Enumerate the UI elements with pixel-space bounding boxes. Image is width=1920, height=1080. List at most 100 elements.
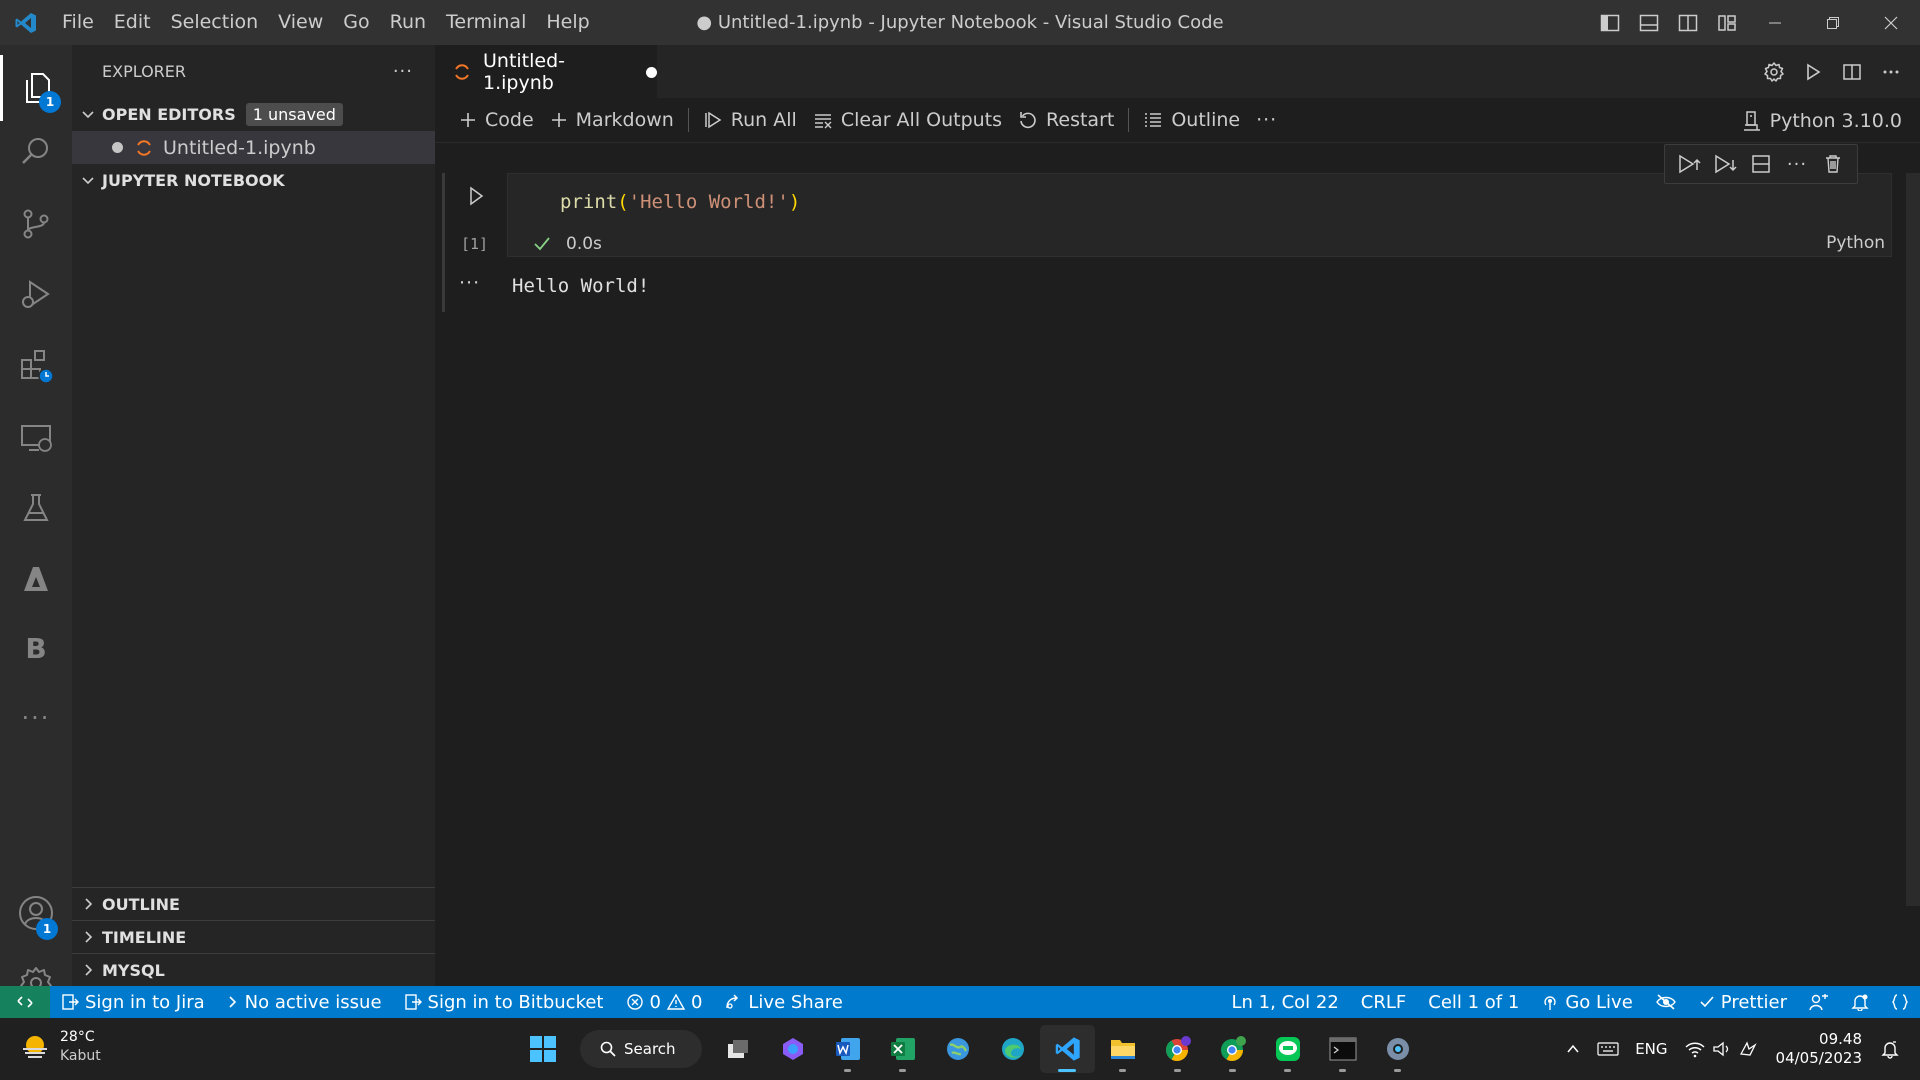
- add-markdown-cell-button[interactable]: Markdown: [542, 98, 682, 143]
- more-views-icon[interactable]: ···: [0, 685, 72, 751]
- menu-help[interactable]: Help: [536, 0, 599, 45]
- close-icon[interactable]: [1862, 0, 1920, 45]
- accounts-icon[interactable]: 1: [0, 880, 72, 946]
- customize-layout-icon[interactable]: [1707, 0, 1746, 45]
- end-of-line[interactable]: CRLF: [1350, 986, 1417, 1018]
- settings-app-gear-icon[interactable]: [1370, 1025, 1425, 1073]
- menu-go[interactable]: Go: [333, 0, 379, 45]
- execute-above-icon[interactable]: [1671, 145, 1707, 183]
- code-cell: [1] print('Hello World!') 0.0s Python ··…: [442, 144, 1892, 349]
- azure-icon[interactable]: [0, 546, 72, 612]
- tab-untitled-1[interactable]: Untitled-1.ipynb: [435, 45, 657, 98]
- menu-terminal[interactable]: Terminal: [436, 0, 536, 45]
- jupyter-notebook-section[interactable]: JUPYTER NOTEBOOK: [72, 164, 435, 197]
- tab-modified-dot-icon[interactable]: [646, 66, 657, 78]
- execute-below-icon[interactable]: [1707, 145, 1743, 183]
- remote-explorer-icon[interactable]: [0, 405, 72, 471]
- live-share[interactable]: Live Share: [713, 986, 853, 1018]
- jira-signin[interactable]: Sign in to Jira: [50, 986, 216, 1018]
- clock[interactable]: 09.48 04/05/2023: [1766, 1030, 1872, 1068]
- restore-icon[interactable]: [1804, 0, 1862, 45]
- cell-indicator[interactable]: Cell 1 of 1: [1417, 986, 1530, 1018]
- word-icon[interactable]: [820, 1025, 875, 1073]
- toggle-secondary-sidebar-icon[interactable]: [1668, 0, 1707, 45]
- split-editor-icon[interactable]: [1832, 45, 1871, 98]
- terminal-icon[interactable]: [1315, 1025, 1370, 1073]
- maps-globe-icon[interactable]: [930, 1025, 985, 1073]
- outline-button[interactable]: Outline: [1135, 98, 1248, 143]
- toggle-primary-sidebar-icon[interactable]: [1590, 0, 1629, 45]
- menu-selection[interactable]: Selection: [161, 0, 269, 45]
- taskbar-search[interactable]: Search: [580, 1030, 702, 1068]
- menu-edit[interactable]: Edit: [104, 0, 161, 45]
- code-line[interactable]: print('Hello World!'): [560, 191, 800, 213]
- prettier[interactable]: Prettier: [1688, 986, 1798, 1018]
- toolbar-more-button[interactable]: ···: [1248, 98, 1285, 143]
- extensions-icon[interactable]: [0, 333, 72, 399]
- hidden-icon[interactable]: [1644, 986, 1688, 1018]
- delete-cell-trash-icon[interactable]: [1815, 145, 1851, 183]
- task-view-icon[interactable]: [710, 1025, 765, 1073]
- keyboard-icon[interactable]: [1589, 1041, 1627, 1057]
- cursor-position[interactable]: Ln 1, Col 22: [1221, 986, 1350, 1018]
- sidebar-more-button[interactable]: ···: [393, 61, 413, 82]
- chrome-icon[interactable]: [1150, 1025, 1205, 1073]
- weather-widget[interactable]: 28°C Kabut: [20, 1028, 101, 1066]
- vscode-taskbar-icon[interactable]: [1040, 1025, 1095, 1073]
- remote-indicator-icon[interactable]: [0, 986, 50, 1018]
- vertical-scrollbar[interactable]: [1906, 173, 1920, 906]
- kernel-picker[interactable]: Python 3.10.0: [1742, 98, 1902, 143]
- outline-section[interactable]: OUTLINE: [72, 887, 435, 920]
- more-actions-icon[interactable]: [1871, 45, 1910, 98]
- bitbucket-signin[interactable]: Sign in to Bitbucket: [393, 986, 615, 1018]
- problems-indicator[interactable]: 0 0: [615, 986, 714, 1018]
- json-braces-icon[interactable]: [1880, 986, 1920, 1018]
- quick-settings[interactable]: [1676, 1040, 1766, 1058]
- minimize-icon[interactable]: [1746, 0, 1804, 45]
- chrome-profile-icon[interactable]: [1205, 1025, 1260, 1073]
- notebook-settings-gear-icon[interactable]: [1754, 45, 1793, 98]
- windows-start-icon[interactable]: [515, 1025, 570, 1073]
- notification-center-icon[interactable]: [1872, 1039, 1908, 1059]
- cell-editor[interactable]: print('Hello World!') 0.0s Python ···: [507, 144, 1892, 257]
- run-all-button[interactable]: Run All: [695, 98, 805, 143]
- source-control-icon[interactable]: [0, 191, 72, 257]
- restart-button[interactable]: Restart: [1010, 98, 1122, 143]
- chevron-up-icon[interactable]: [1557, 1041, 1589, 1057]
- edge-icon[interactable]: [985, 1025, 1040, 1073]
- line-app-icon[interactable]: [1260, 1025, 1315, 1073]
- toggle-panel-icon[interactable]: [1629, 0, 1668, 45]
- copilot-icon[interactable]: [765, 1025, 820, 1073]
- go-live[interactable]: Go Live: [1530, 986, 1643, 1018]
- search-icon[interactable]: [0, 119, 72, 185]
- file-explorer-icon[interactable]: [1095, 1025, 1150, 1073]
- timeline-section[interactable]: TIMELINE: [72, 920, 435, 953]
- unsaved-badge: 1 unsaved: [245, 103, 343, 126]
- toolbar-separator: [687, 108, 689, 132]
- clear-all-outputs-button[interactable]: Clear All Outputs: [805, 98, 1010, 143]
- testing-icon[interactable]: [0, 475, 72, 541]
- run-cell-icon[interactable]: [466, 185, 486, 207]
- run-debug-icon[interactable]: [0, 261, 72, 327]
- menu-run[interactable]: Run: [380, 0, 436, 45]
- active-issue[interactable]: No active issue: [216, 986, 393, 1018]
- signin-icon: [61, 993, 79, 1011]
- split-cell-icon[interactable]: [1743, 145, 1779, 183]
- output-actions-button[interactable]: ···: [459, 272, 480, 294]
- input-language[interactable]: ENG: [1627, 1040, 1675, 1058]
- cell-language[interactable]: Python: [1826, 233, 1885, 253]
- menu-view[interactable]: View: [268, 0, 333, 45]
- feedback-person-icon[interactable]: [1798, 986, 1840, 1018]
- notifications-bell-icon[interactable]: [1840, 986, 1880, 1018]
- explorer-icon[interactable]: 1: [0, 55, 72, 121]
- bitbucket-letter-icon[interactable]: B: [0, 615, 72, 681]
- menu-file[interactable]: File: [52, 0, 104, 45]
- add-code-cell-button[interactable]: Code: [451, 98, 542, 143]
- open-editors-section[interactable]: OPEN EDITORS 1 unsaved: [72, 98, 435, 131]
- excel-icon[interactable]: [875, 1025, 930, 1073]
- mysql-section[interactable]: MYSQL: [72, 953, 435, 986]
- open-editor-item[interactable]: Untitled-1.ipynb: [72, 131, 435, 164]
- cell-more-icon[interactable]: ···: [1779, 145, 1815, 183]
- run-play-icon[interactable]: [1793, 45, 1832, 98]
- sidebar-title: EXPLORER: [102, 62, 186, 81]
